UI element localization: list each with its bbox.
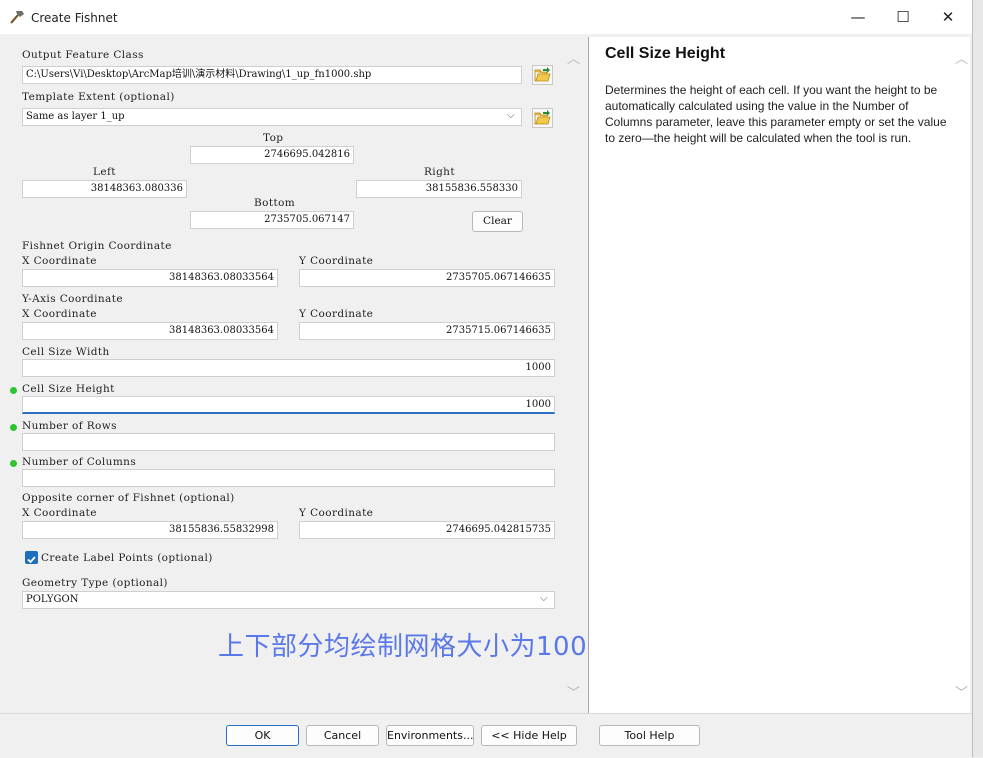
columns-label: Number of Columns: [22, 456, 137, 468]
yaxis-y-label: Y Coordinate: [299, 308, 374, 320]
required-dot-icon: [10, 460, 17, 467]
yaxis-label: Y-Axis Coordinate: [22, 293, 123, 305]
cell-height-input[interactable]: 1000: [22, 396, 555, 414]
geometry-type-select[interactable]: POLYGON: [22, 591, 555, 609]
cancel-button[interactable]: Cancel: [306, 725, 379, 746]
geometry-type-label: Geometry Type (optional): [22, 577, 168, 589]
help-pane: Cell Size Height Determines the height o…: [588, 37, 955, 713]
browse-output-button[interactable]: [532, 65, 553, 85]
opposite-x-input[interactable]: 38155836.55832998: [22, 521, 278, 539]
scroll-up-arrow[interactable]: ︿: [567, 48, 580, 67]
opposite-x-label: X Coordinate: [22, 507, 97, 519]
template-extent-value: Same as layer 1_up: [26, 111, 125, 122]
cell-width-input[interactable]: 1000: [22, 359, 555, 377]
close-button[interactable]: ✕: [928, 6, 968, 28]
required-dot-icon: [10, 387, 17, 394]
title-bar: Create Fishnet — ☐ ✕: [0, 0, 972, 34]
output-feature-class-input[interactable]: C:\Users\Vi\Desktop\ArcMap培训\演示材料\Drawin…: [22, 66, 522, 84]
yaxis-x-input[interactable]: 38148363.08033564: [22, 322, 278, 340]
origin-y-label: Y Coordinate: [299, 255, 374, 267]
output-feature-class-label: Output Feature Class: [22, 49, 144, 61]
scroll-down-arrow[interactable]: ﹀: [567, 682, 580, 701]
tool-help-button[interactable]: Tool Help: [599, 725, 700, 746]
clear-extent-button[interactable]: Clear: [472, 211, 523, 232]
template-extent-label: Template Extent (optional): [22, 91, 175, 103]
browse-template-button[interactable]: [532, 108, 553, 128]
chevron-down-icon: ⌵: [540, 593, 548, 604]
origin-x-input[interactable]: 38148363.08033564: [22, 269, 278, 287]
environments-button[interactable]: Environments...: [386, 725, 474, 746]
create-fishnet-dialog: Create Fishnet — ☐ ✕ Output Feature Clas…: [0, 0, 973, 758]
label-points-label: Create Label Points (optional): [41, 552, 213, 564]
scroll-down-arrow[interactable]: ﹀: [955, 682, 968, 701]
cell-height-label: Cell Size Height: [22, 383, 115, 395]
background-window-edge: [972, 0, 983, 757]
checkmark-icon: [27, 556, 36, 564]
label-points-checkbox[interactable]: [25, 551, 38, 564]
extent-top-input[interactable]: 2746695.042816: [190, 146, 354, 164]
extent-left-label: Left: [93, 166, 116, 178]
template-extent-select[interactable]: Same as layer 1_up: [22, 108, 522, 126]
hide-help-button[interactable]: << Hide Help: [481, 725, 577, 746]
required-dot-icon: [10, 424, 17, 431]
extent-right-label: Right: [424, 166, 455, 178]
origin-y-input[interactable]: 2735705.067146635: [299, 269, 555, 287]
minimize-button[interactable]: —: [838, 6, 878, 28]
extent-bottom-label: Bottom: [254, 197, 296, 209]
columns-input[interactable]: [22, 469, 555, 487]
extent-right-input[interactable]: 38155836.558330: [356, 180, 522, 198]
help-scrollbar[interactable]: ︿ ﹀: [954, 37, 970, 713]
opposite-y-label: Y Coordinate: [299, 507, 374, 519]
chevron-down-icon: ⌵: [507, 110, 515, 121]
ok-button[interactable]: OK: [226, 725, 299, 746]
rows-label: Number of Rows: [22, 420, 117, 432]
opposite-label: Opposite corner of Fishnet (optional): [22, 492, 235, 504]
extent-top-label: Top: [263, 132, 284, 144]
open-folder-icon: [534, 110, 551, 125]
cell-width-label: Cell Size Width: [22, 346, 110, 358]
yaxis-y-input[interactable]: 2735715.067146635: [299, 322, 555, 340]
maximize-button[interactable]: ☐: [883, 6, 923, 28]
help-title: Cell Size Height: [605, 45, 726, 62]
rows-input[interactable]: [22, 433, 555, 451]
scroll-up-arrow[interactable]: ︿: [955, 48, 968, 67]
window-title: Create Fishnet: [31, 11, 118, 25]
geometry-type-value: POLYGON: [26, 594, 79, 605]
yaxis-x-label: X Coordinate: [22, 308, 97, 320]
extent-left-input[interactable]: 38148363.080336: [22, 180, 187, 198]
extent-bottom-input[interactable]: 2735705.067147: [190, 211, 354, 229]
origin-x-label: X Coordinate: [22, 255, 97, 267]
origin-label: Fishnet Origin Coordinate: [22, 240, 172, 252]
help-body: Determines the height of each cell. If y…: [605, 83, 947, 145]
hammer-icon: [10, 11, 24, 24]
open-folder-icon: [534, 67, 551, 82]
opposite-y-input[interactable]: 2746695.042815735: [299, 521, 555, 539]
button-bar: OK Cancel Environments... << Hide Help T…: [0, 713, 972, 758]
